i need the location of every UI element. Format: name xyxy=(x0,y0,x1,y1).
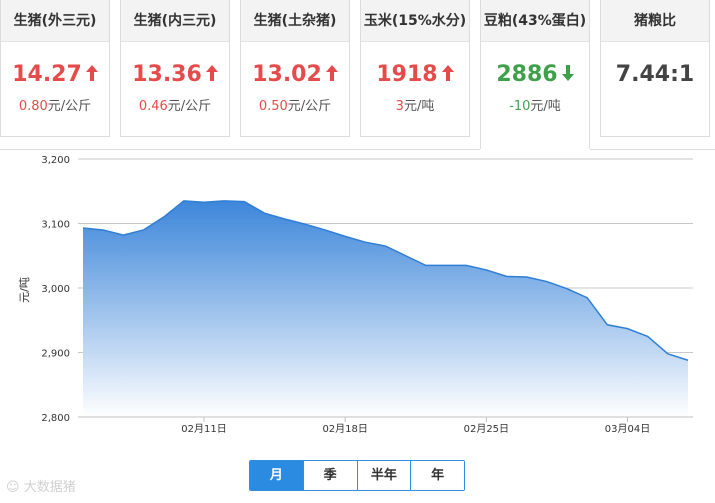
watermark: ☺ 大数据猪 xyxy=(6,476,76,495)
y-axis-title: 元/吨 xyxy=(18,277,31,303)
series-area xyxy=(83,200,688,417)
card-price: 13.02 xyxy=(241,60,349,90)
card-change: 0.46元/公斤 xyxy=(121,95,229,114)
change-value: -10 xyxy=(509,99,531,114)
y-tick-label: 3,200 xyxy=(41,155,70,166)
card-title: 玉米(15%水分) xyxy=(361,0,469,42)
card-price: 14.27 xyxy=(1,60,109,90)
card-soymeal[interactable]: 豆粕(43%蛋白) 2886 -10元/吨 xyxy=(480,0,590,150)
y-tick-label: 3,000 xyxy=(41,284,70,295)
card-change: -10元/吨 xyxy=(481,95,589,114)
change-value: 3 xyxy=(395,99,404,114)
tab-quarter[interactable]: 季 xyxy=(303,461,358,490)
change-unit: 元/公斤 xyxy=(167,99,212,114)
card-pig-outer[interactable]: 生猪(外三元) 14.27 0.80元/公斤 xyxy=(0,0,110,137)
card-corn[interactable]: 玉米(15%水分) 1918 3元/吨 xyxy=(360,0,470,137)
change-value: 0.46 xyxy=(138,99,168,114)
x-tick-label: 03月04日 xyxy=(605,423,650,435)
arrow-up-icon xyxy=(441,60,454,90)
price-value: 14.27 xyxy=(12,62,82,87)
change-value: 0.80 xyxy=(18,99,48,114)
arrow-up-icon xyxy=(325,60,338,90)
y-tick-label: 2,900 xyxy=(41,349,70,360)
price-value: 13.36 xyxy=(132,62,202,87)
card-price: 1918 xyxy=(361,60,469,90)
change-value: 0.50 xyxy=(258,99,288,114)
x-tick-label: 02月18日 xyxy=(322,423,367,435)
price-value: 2886 xyxy=(496,62,558,87)
card-change: 0.50元/公斤 xyxy=(241,95,349,114)
card-price: 13.36 xyxy=(121,60,229,90)
tab-half-year[interactable]: 半年 xyxy=(357,461,412,490)
arrow-up-icon xyxy=(85,60,98,90)
card-title: 豆粕(43%蛋白) xyxy=(481,0,589,42)
range-tabs: 月 季 半年 年 xyxy=(249,460,465,491)
price-value: 7.44:1 xyxy=(615,62,695,87)
card-title: 生猪(外三元) xyxy=(1,0,109,42)
area-chart: 2,800 2,900 3,000 3,100 3,200 02月11日 02月18日 02月… xyxy=(18,155,693,435)
arrow-up-icon xyxy=(205,60,218,90)
arrow-down-icon xyxy=(561,60,574,90)
watermark-text: 大数据猪 xyxy=(23,480,76,495)
change-unit: 元/公斤 xyxy=(47,99,92,114)
change-unit: 元/吨 xyxy=(403,99,435,114)
price-value: 1918 xyxy=(376,62,438,87)
x-tick-label: 02月11日 xyxy=(181,423,226,435)
y-tick-label: 2,800 xyxy=(41,413,70,424)
change-unit: 元/公斤 xyxy=(287,99,332,114)
card-pig-grain-ratio[interactable]: 猪粮比 7.44:1 xyxy=(600,0,710,137)
y-tick-label: 3,100 xyxy=(41,220,70,231)
card-pig-inner[interactable]: 生猪(内三元) 13.36 0.46元/公斤 xyxy=(120,0,230,137)
tab-year[interactable]: 年 xyxy=(411,461,464,490)
card-price: 7.44:1 xyxy=(601,60,709,90)
change-unit: 元/吨 xyxy=(530,99,561,114)
tab-month[interactable]: 月 xyxy=(250,461,304,490)
card-title: 生猪(内三元) xyxy=(121,0,229,42)
card-title: 生猪(土杂猪) xyxy=(241,0,349,42)
card-pig-mixed[interactable]: 生猪(土杂猪) 13.02 0.50元/公斤 xyxy=(240,0,350,137)
price-cards: 生猪(外三元) 14.27 0.80元/公斤 生猪(内三元) 13.36 0.4… xyxy=(0,0,715,150)
watermark-logo-icon: ☺ xyxy=(6,480,20,495)
x-tick-label: 02月25日 xyxy=(464,423,509,435)
card-change: 3元/吨 xyxy=(361,95,469,114)
card-title: 猪粮比 xyxy=(601,0,709,42)
card-price: 2886 xyxy=(481,60,589,90)
card-change: 0.80元/公斤 xyxy=(1,95,109,114)
price-chart: 2,800 2,900 3,000 3,100 3,200 02月11日 02月18日 02月… xyxy=(0,150,715,440)
price-value: 13.02 xyxy=(252,62,322,87)
